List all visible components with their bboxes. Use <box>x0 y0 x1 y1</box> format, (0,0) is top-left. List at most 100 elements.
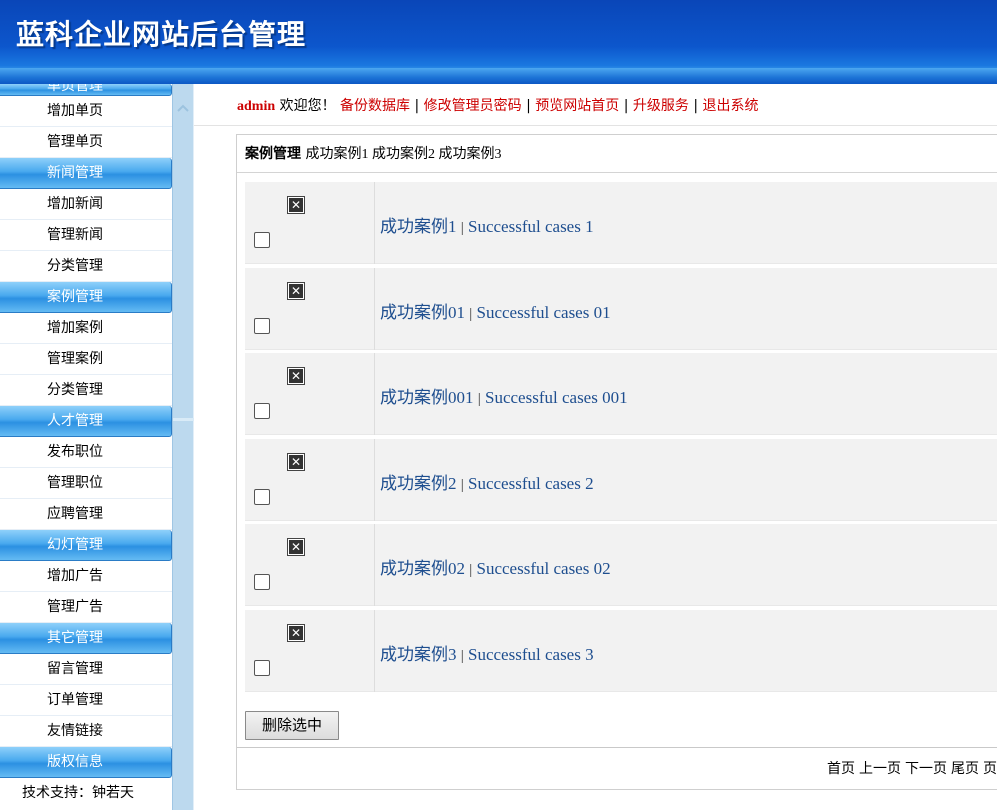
sidebar-item-manage-page[interactable]: 管理单页 <box>0 127 172 158</box>
row-controls: ✕ <box>245 353 375 435</box>
list-item: ✕ 成功案例01 | Successful cases 01 <box>245 267 997 350</box>
sidebar-nav: 单页管理 增加单页 管理单页 新闻管理 增加新闻 管理新闻 分类管理 案例管理 … <box>0 84 172 810</box>
delete-icon[interactable]: ✕ <box>287 452 305 471</box>
sidebar-cat-cases[interactable]: 案例管理 <box>0 282 172 313</box>
case-title[interactable]: 成功案例2 | Successful cases 2 <box>380 469 594 494</box>
case-title-cn[interactable]: 成功案例1 <box>380 217 457 236</box>
sidebar-cat-talent[interactable]: 人才管理 <box>0 406 172 437</box>
row-controls: ✕ <box>245 182 375 264</box>
row-checkbox[interactable] <box>254 232 270 248</box>
sidebar-item-friend-links[interactable]: 友情链接 <box>0 716 172 747</box>
sidebar-cat-news[interactable]: 新闻管理 <box>0 158 172 189</box>
current-user: admin <box>237 99 276 114</box>
main-content: admin 欢迎您！ 备份数据库 | 修改管理员密码 | 预览网站首页 | 升级… <box>194 84 997 810</box>
row-controls: ✕ <box>245 609 375 692</box>
separator: | <box>623 98 629 114</box>
list-item: ✕ 成功案例02 | Successful cases 02 <box>245 524 997 606</box>
sidebar-cat-other[interactable]: 其它管理 <box>0 623 172 654</box>
case-title-cn[interactable]: 成功案例2 <box>380 474 457 493</box>
case-title-cn[interactable]: 成功案例02 <box>380 559 465 578</box>
row-checkbox[interactable] <box>254 317 270 334</box>
delete-x-glyph: ✕ <box>289 369 303 383</box>
header-band <box>0 68 997 84</box>
sidebar-item-add-page[interactable]: 增加单页 <box>0 96 172 127</box>
separator: | <box>414 98 420 114</box>
pager-next[interactable]: 下一页 <box>905 761 947 777</box>
sidebar-item-applications[interactable]: 应聘管理 <box>0 499 172 530</box>
link-logout[interactable]: 退出系统 <box>703 98 759 114</box>
panel-header: 案例管理 成功案例1 成功案例2 成功案例3 <box>237 135 997 173</box>
delete-x-glyph: ✕ <box>289 540 303 554</box>
sidebar-item-post-job[interactable]: 发布职位 <box>0 437 172 468</box>
delete-x-glyph: ✕ <box>289 198 303 212</box>
case-title-en[interactable]: Successful cases 01 <box>477 303 611 322</box>
sidebar-item-orders[interactable]: 订单管理 <box>0 685 172 716</box>
delete-icon[interactable]: ✕ <box>287 623 305 642</box>
pager-first[interactable]: 首页 <box>827 761 855 777</box>
tech-support-text: 技术支持：钟若天 <box>0 778 172 809</box>
row-controls: ✕ <box>245 267 375 350</box>
separator: | <box>526 98 531 114</box>
case-title-en[interactable]: Successful cases 1 <box>468 217 594 236</box>
list-item: ✕ 成功案例3 | Successful cases 3 <box>245 609 997 692</box>
delete-icon[interactable]: ✕ <box>287 538 305 556</box>
link-upgrade[interactable]: 升级服务 <box>633 98 689 114</box>
delete-icon[interactable]: ✕ <box>287 281 305 300</box>
case-title-cn[interactable]: 成功案例01 <box>380 303 465 322</box>
link-backup-db[interactable]: 备份数据库 <box>340 98 410 114</box>
sidebar-item-add-ad[interactable]: 增加广告 <box>0 561 172 592</box>
pager-tail: 页 <box>983 761 997 777</box>
sidebar-item-manage-case[interactable]: 管理案例 <box>0 344 172 375</box>
sidebar-item-add-case[interactable]: 增加案例 <box>0 313 172 344</box>
case-list: ✕ 成功案例1 | Successful cases 1 ✕ 成功案例01 | … <box>245 182 997 695</box>
title-separator: | <box>460 647 464 664</box>
sidebar-cat-copyright[interactable]: 版权信息 <box>0 747 172 778</box>
case-title-cn[interactable]: 成功案例3 <box>380 645 457 664</box>
link-preview-site[interactable]: 预览网站首页 <box>535 98 619 114</box>
sidebar-item-news-category[interactable]: 分类管理 <box>0 251 172 282</box>
title-separator: | <box>469 305 473 322</box>
list-item: ✕ 成功案例1 | Successful cases 1 <box>245 182 997 264</box>
row-checkbox[interactable] <box>254 574 270 590</box>
case-title-cn[interactable]: 成功案例001 <box>380 388 474 407</box>
pager-last[interactable]: 尾页 <box>951 761 979 777</box>
collapse-chevron-icon[interactable] <box>175 101 191 117</box>
sidebar-cat-single[interactable]: 单页管理 <box>0 84 172 96</box>
welcome-text: 欢迎您！ <box>275 98 336 114</box>
case-title-en[interactable]: Successful cases 02 <box>477 559 611 578</box>
row-checkbox[interactable] <box>254 403 270 419</box>
sidebar-item-add-news[interactable]: 增加新闻 <box>0 189 172 220</box>
sidebar-item-case-category[interactable]: 分类管理 <box>0 375 172 406</box>
panel-crumbs: 成功案例1 成功案例2 成功案例3 <box>305 147 502 162</box>
separator: | <box>693 98 699 114</box>
row-checkbox[interactable] <box>254 488 270 505</box>
sidebar-item-messages[interactable]: 留言管理 <box>0 654 172 685</box>
delete-x-glyph: ✕ <box>289 283 303 298</box>
sidebar-cat-slides[interactable]: 幻灯管理 <box>0 530 172 561</box>
case-title-en[interactable]: Successful cases 001 <box>485 388 628 407</box>
pagination: 首页 上一页 下一页 尾页页 <box>823 758 997 778</box>
pager-prev[interactable]: 上一页 <box>859 761 901 777</box>
sidebar-item-manage-news[interactable]: 管理新闻 <box>0 220 172 251</box>
sidebar-item-manage-ad[interactable]: 管理广告 <box>0 592 172 623</box>
case-title-en[interactable]: Successful cases 2 <box>468 474 594 493</box>
delete-x-glyph: ✕ <box>289 454 303 469</box>
case-title-en[interactable]: Successful cases 3 <box>468 645 594 664</box>
row-checkbox[interactable] <box>254 659 270 676</box>
case-title[interactable]: 成功案例01 | Successful cases 01 <box>380 298 611 323</box>
delete-icon[interactable]: ✕ <box>287 196 305 214</box>
case-title[interactable]: 成功案例1 | Successful cases 1 <box>380 212 594 237</box>
link-change-password[interactable]: 修改管理员密码 <box>424 98 522 114</box>
title-separator: | <box>477 391 481 407</box>
row-controls: ✕ <box>245 524 375 606</box>
app-title: 蓝科企业网站后台管理 <box>16 18 307 51</box>
case-management-panel: 案例管理 成功案例1 成功案例2 成功案例3 ✕ 成功案例1 | Success… <box>236 134 997 790</box>
case-title[interactable]: 成功案例001 | Successful cases 001 <box>380 383 628 408</box>
delete-selected-button[interactable]: 删除选中 <box>245 711 339 740</box>
delete-icon[interactable]: ✕ <box>287 367 305 385</box>
case-title[interactable]: 成功案例3 | Successful cases 3 <box>380 640 594 665</box>
list-item: ✕ 成功案例2 | Successful cases 2 <box>245 438 997 521</box>
sidebar-splitter[interactable] <box>172 84 194 810</box>
case-title[interactable]: 成功案例02 | Successful cases 02 <box>380 554 611 579</box>
sidebar-item-manage-job[interactable]: 管理职位 <box>0 468 172 499</box>
